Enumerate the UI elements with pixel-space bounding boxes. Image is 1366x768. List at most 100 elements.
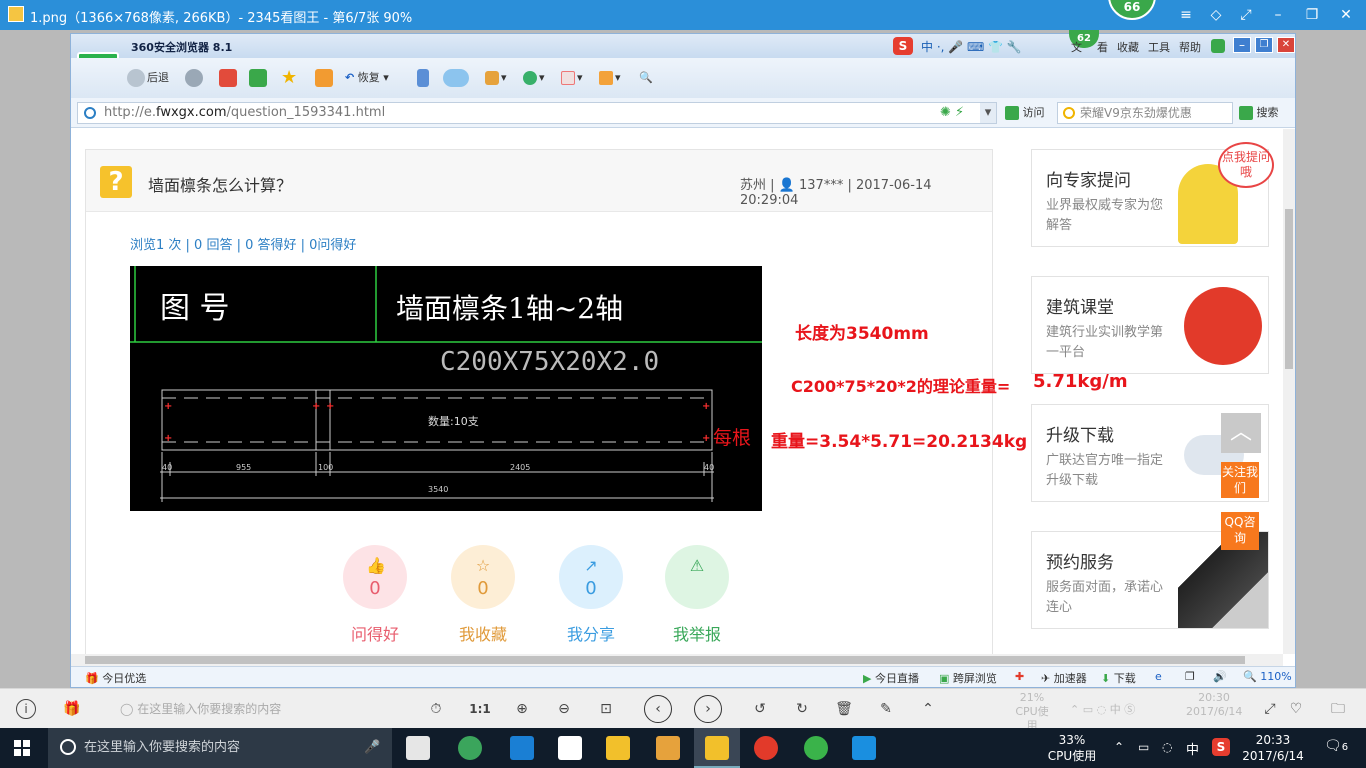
menu-help[interactable]: 帮助: [1179, 39, 1201, 55]
taskbar-app-2[interactable]: [458, 736, 482, 760]
qq-consult-button[interactable]: QQ咨询: [1221, 512, 1259, 550]
maximize-button[interactable]: ❐: [1302, 6, 1322, 24]
microphone-icon[interactable]: 🎤: [364, 728, 380, 768]
edit-icon[interactable]: ✎: [874, 697, 898, 721]
speed-icon[interactable]: ✺ ⚡: [940, 103, 964, 123]
notification-icon[interactable]: 🗨6: [1324, 738, 1348, 754]
delete-icon[interactable]: 🗑: [832, 697, 856, 721]
back-button[interactable]: 后退: [127, 68, 169, 88]
browser-maximize-button[interactable]: ❐: [1255, 37, 1273, 53]
next-image-button[interactable]: ›: [694, 695, 722, 723]
security-button[interactable]: ▾: [523, 68, 545, 88]
rotate-left-icon[interactable]: ↺: [748, 697, 772, 721]
clock[interactable]: 20:33 2017/6/14: [1240, 732, 1306, 764]
ime-indicator[interactable]: 中: [1186, 739, 1199, 758]
close-button[interactable]: ✕: [1336, 6, 1356, 24]
taskbar-app-red[interactable]: [754, 736, 778, 760]
status-cross-screen[interactable]: ▣ 跨屏浏览: [939, 670, 997, 686]
prev-image-button[interactable]: ‹: [644, 695, 672, 723]
skin-icon[interactable]: ◇: [1206, 6, 1226, 24]
back-to-top-button[interactable]: ︿: [1221, 413, 1261, 453]
zoom-in-icon[interactable]: ⊕: [510, 697, 534, 721]
menu-tools[interactable]: 工具: [1148, 39, 1170, 55]
taskbar-app-blue[interactable]: [852, 736, 876, 760]
wifi-icon[interactable]: ◌: [1162, 740, 1172, 754]
ask-bubble[interactable]: 点我提问哦: [1218, 142, 1274, 188]
sidebar-course[interactable]: 建筑课堂 建筑行业实训教学第一平台: [1031, 276, 1269, 374]
cpu-monitor[interactable]: 33% CPU使用: [1040, 732, 1104, 764]
start-button[interactable]: [14, 740, 30, 756]
taskbar-app-viewer-active[interactable]: [694, 728, 740, 768]
search-button[interactable]: 搜索: [1239, 104, 1279, 122]
good-question-button[interactable]: 👍 0 问得好: [330, 545, 420, 645]
browser-close-button[interactable]: ✕: [1277, 37, 1295, 53]
taskbar-search-input[interactable]: 在这里输入你要搜索的内容 🎤: [48, 728, 392, 768]
sidebar-ask-expert[interactable]: 向专家提问 业界最权威专家为您解答 点我提问哦: [1031, 142, 1274, 247]
url-input[interactable]: http://e.fwxgx.com/question_1593341.html…: [77, 102, 997, 124]
share-button[interactable]: ↗ 0 我分享: [546, 545, 636, 645]
vertical-scrollbar[interactable]: [1283, 129, 1295, 654]
info-icon[interactable]: i: [16, 699, 36, 719]
visit-button[interactable]: 访问: [1005, 104, 1045, 122]
find-icon[interactable]: 🔍: [639, 68, 653, 88]
like-heart-icon[interactable]: ♡: [1284, 697, 1308, 721]
screenshot-button[interactable]: ▾: [599, 68, 621, 88]
cloud-button[interactable]: [443, 68, 471, 88]
actual-size-button[interactable]: 1:1: [468, 697, 492, 721]
gift-box-icon[interactable]: 🎁: [60, 697, 84, 721]
status-accelerator[interactable]: ✈ 加速器: [1041, 670, 1087, 686]
rotate-right-icon[interactable]: ↻: [790, 697, 814, 721]
forward-button[interactable]: [185, 68, 205, 88]
zoom-level[interactable]: 🔍 110%: [1243, 670, 1292, 683]
report-button[interactable]: ⚠ 我举报: [652, 545, 742, 645]
phone-button[interactable]: [417, 68, 431, 88]
sogou-ime-icon[interactable]: S: [893, 37, 913, 55]
vertical-scroll-thumb[interactable]: [1285, 209, 1293, 369]
ime-toolbar[interactable]: 中 ·, 🎤 ⌨ 👕 🔧: [921, 38, 1022, 55]
apps-button[interactable]: ▾: [485, 68, 507, 88]
browser-minimize-button[interactable]: –: [1233, 37, 1251, 53]
file-explorer-icon[interactable]: [606, 736, 630, 760]
status-download[interactable]: ⬇ 下载: [1101, 670, 1136, 686]
horizontal-scrollbar[interactable]: [71, 654, 1283, 666]
url-dropdown-icon[interactable]: ▾: [980, 103, 996, 123]
fullscreen-icon[interactable]: ⤢: [1236, 6, 1256, 24]
search-input[interactable]: 荣耀V9京东劲爆优惠: [1057, 102, 1233, 124]
taskbar-app-1[interactable]: [406, 736, 430, 760]
refresh-button[interactable]: [249, 68, 269, 88]
tray-chevron-icon[interactable]: ⌃: [1114, 740, 1124, 754]
security-status-icon[interactable]: ✚: [1015, 670, 1024, 683]
fullscreen-view-icon[interactable]: ⤢: [1258, 697, 1282, 721]
360-browser-icon[interactable]: [804, 736, 828, 760]
zoom-out-icon[interactable]: ⊖: [552, 697, 576, 721]
battery-icon[interactable]: ▭: [1138, 740, 1149, 754]
menu-wen[interactable]: 文: [1071, 39, 1082, 55]
favorite-star-icon[interactable]: ★: [281, 68, 297, 88]
shirt-icon[interactable]: [1211, 39, 1225, 53]
follow-us-button[interactable]: 关注我们: [1221, 462, 1259, 498]
stop-button[interactable]: [219, 68, 239, 88]
status-live[interactable]: ▶ 今日直播: [863, 670, 919, 686]
status-daily-picks[interactable]: 🎁 今日优选: [85, 670, 146, 686]
sogou-tray-icon[interactable]: S: [1212, 738, 1230, 756]
horizontal-scroll-thumb[interactable]: [85, 656, 1245, 664]
ie-icon[interactable]: e: [1155, 670, 1162, 683]
taskbar-app-notes[interactable]: [656, 736, 680, 760]
menu-icon[interactable]: ≡: [1176, 6, 1196, 24]
edge-icon[interactable]: [510, 736, 534, 760]
clock-icon[interactable]: ⏱: [424, 697, 448, 721]
folder-icon[interactable]: 🗀: [1326, 697, 1350, 721]
favorite-button[interactable]: ☆ 0 我收藏: [438, 545, 528, 645]
menu-kan[interactable]: 看: [1097, 39, 1108, 55]
menu-favorites[interactable]: 收藏: [1117, 39, 1139, 55]
fit-window-icon[interactable]: ⊡: [594, 697, 618, 721]
restore-button[interactable]: ↶ 恢复 ▾: [345, 68, 389, 88]
more-up-icon[interactable]: ⌃: [916, 697, 940, 721]
store-icon[interactable]: [558, 736, 582, 760]
home-button[interactable]: [315, 68, 335, 88]
windows-icon[interactable]: ❐: [1185, 670, 1195, 683]
question-user[interactable]: 137***: [799, 178, 843, 193]
volume-icon[interactable]: 🔊: [1213, 670, 1227, 683]
minimize-button[interactable]: –: [1268, 6, 1288, 24]
translate-button[interactable]: ▾: [561, 68, 583, 88]
